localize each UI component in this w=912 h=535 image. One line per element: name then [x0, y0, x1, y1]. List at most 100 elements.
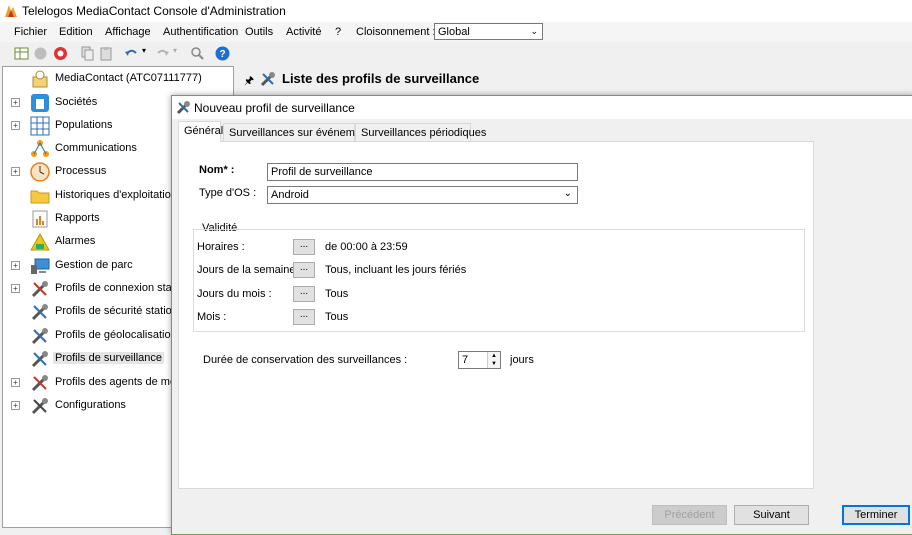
menu-authentification[interactable]: Authentification [163, 26, 238, 38]
redo-icon[interactable] [155, 46, 170, 61]
tools-icon [31, 328, 48, 345]
jours-mois-value: Tous [325, 288, 349, 300]
nom-label: Nom* : [199, 164, 235, 176]
menu-fichier[interactable]: Fichier [14, 26, 47, 38]
stop-icon[interactable] [53, 46, 68, 61]
tree-item-label: Profils de géolocalisation [55, 329, 177, 341]
tools-icon [31, 398, 48, 415]
duree-value: 7 [462, 354, 469, 366]
next-label: Suivant [753, 509, 790, 521]
expand-icon[interactable]: + [11, 261, 20, 270]
jours-semaine-button[interactable]: ... [293, 262, 315, 278]
undo-icon[interactable] [124, 46, 139, 61]
dots: ... [299, 239, 309, 250]
building-icon [31, 94, 49, 112]
menu-help[interactable]: ? [335, 26, 341, 38]
expand-icon[interactable]: + [11, 378, 20, 387]
jours-mois-button[interactable]: ... [293, 286, 315, 302]
tab-surveillances-periodiques[interactable]: Surveillances périodiques [355, 123, 486, 141]
validite-group [193, 229, 805, 332]
folder-icon [30, 190, 50, 204]
tab-panel-general: Nom* : Profil de surveillance Type d'OS … [178, 141, 814, 489]
pin-icon[interactable]: 🖈 [244, 72, 254, 91]
duree-stepper[interactable]: 7 ▲ ▼ [458, 351, 501, 369]
os-type-label: Type d'OS : [199, 187, 257, 199]
tree-root-label: MediaContact (ATC07111777) [55, 72, 202, 84]
report-icon [32, 210, 48, 228]
menu-affichage[interactable]: Affichage [105, 26, 151, 38]
jours-semaine-label: Jours de la semaine : [197, 264, 302, 276]
finish-button[interactable]: Terminer [842, 505, 910, 525]
tree-item-label: Gestion de parc [55, 259, 133, 271]
tab-label: Surveillances périodiques [361, 127, 487, 139]
menu-outils[interactable]: Outils [245, 26, 273, 38]
expand-icon[interactable]: + [11, 98, 20, 107]
copy-icon[interactable] [80, 46, 95, 61]
next-button[interactable]: Suivant [734, 505, 809, 525]
mois-label: Mois : [197, 311, 227, 323]
calendar-grid-icon [30, 116, 50, 136]
tree-item-label: Alarmes [55, 235, 96, 247]
tree-item-label: Populations [55, 119, 113, 131]
paste-icon[interactable] [99, 46, 114, 61]
mois-button[interactable]: ... [293, 309, 315, 325]
tools-icon [260, 72, 275, 87]
clock-icon [30, 162, 50, 182]
nom-value: Profil de surveillance [271, 166, 373, 178]
content-header: 🖈 Liste des profils de surveillance [240, 66, 912, 92]
tree-item-label: Communications [55, 142, 137, 154]
tab-label: Surveillances sur événement [229, 127, 371, 139]
tools-icon [31, 375, 48, 392]
os-type-value: Android [271, 189, 309, 201]
expand-icon[interactable]: + [11, 167, 20, 176]
previous-button[interactable]: Précédent [652, 505, 727, 525]
window-title: Telelogos MediaContact Console d'Adminis… [22, 4, 286, 18]
finish-label: Terminer [854, 509, 898, 521]
redo-dropdown-icon[interactable]: ▾ [173, 46, 188, 61]
tree-item-label: Historiques d'exploitation [55, 189, 177, 201]
tools-icon [31, 351, 48, 368]
dots: ... [299, 286, 309, 297]
chevron-down-icon: ⌄ [563, 188, 572, 199]
expand-icon[interactable]: + [11, 121, 20, 130]
tab-label: Général [184, 125, 224, 137]
cloisonnement-select[interactable]: Global ⌄ [434, 23, 543, 40]
stepper-up-icon[interactable]: ▲ [487, 352, 500, 360]
menu-activite[interactable]: Activité [286, 26, 321, 38]
tab-surveillances-evenement[interactable]: Surveillances sur événement [223, 123, 370, 141]
duree-label: Durée de conservation des surveillances … [203, 354, 408, 366]
tools-icon [31, 304, 48, 321]
menu-bar: Fichier Edition Affichage Authentificati… [0, 22, 912, 42]
new-profile-dialog: Nouveau profil de surveillance Général S… [171, 95, 912, 535]
tree-item-label: Profils de connexion station [55, 282, 190, 294]
expand-icon[interactable]: + [11, 284, 20, 293]
dialog-title-bar: Nouveau profil de surveillance [172, 96, 912, 119]
cloisonnement-label: Cloisonnement : [356, 26, 436, 38]
grid-tools-icon[interactable] [14, 46, 29, 61]
tree-root[interactable]: MediaContact (ATC07111777) [3, 68, 233, 90]
svg-text:?: ? [219, 49, 225, 60]
tab-general[interactable]: Général [178, 121, 224, 142]
horaires-button[interactable]: ... [293, 239, 315, 255]
chevron-down-icon: ⌄ [530, 26, 538, 36]
os-type-select[interactable]: Android ⌄ [267, 186, 578, 204]
tree-item-label: Rapports [55, 212, 100, 224]
window-title-bar: Telelogos MediaContact Console d'Adminis… [0, 0, 912, 22]
mois-value: Tous [325, 311, 349, 323]
expand-icon[interactable]: + [11, 401, 20, 410]
tree-item-label: Profils de surveillance [53, 352, 164, 364]
computer-icon [31, 258, 50, 274]
horaires-value: de 00:00 à 23:59 [325, 241, 408, 253]
stepper-down-icon[interactable]: ▼ [487, 360, 500, 368]
server-icon [32, 70, 48, 88]
duree-unit: jours [510, 354, 534, 366]
search-icon[interactable] [190, 46, 205, 61]
tree-item-label: Configurations [55, 399, 126, 411]
toolbar: ▾ ▾ ? [0, 42, 912, 66]
nom-field[interactable]: Profil de surveillance [267, 163, 578, 181]
menu-edition[interactable]: Edition [59, 26, 93, 38]
tree-item-label: Processus [55, 165, 107, 177]
help-icon[interactable]: ? [215, 46, 230, 61]
record-icon[interactable] [33, 46, 48, 61]
dialog-title: Nouveau profil de surveillance [194, 101, 355, 115]
